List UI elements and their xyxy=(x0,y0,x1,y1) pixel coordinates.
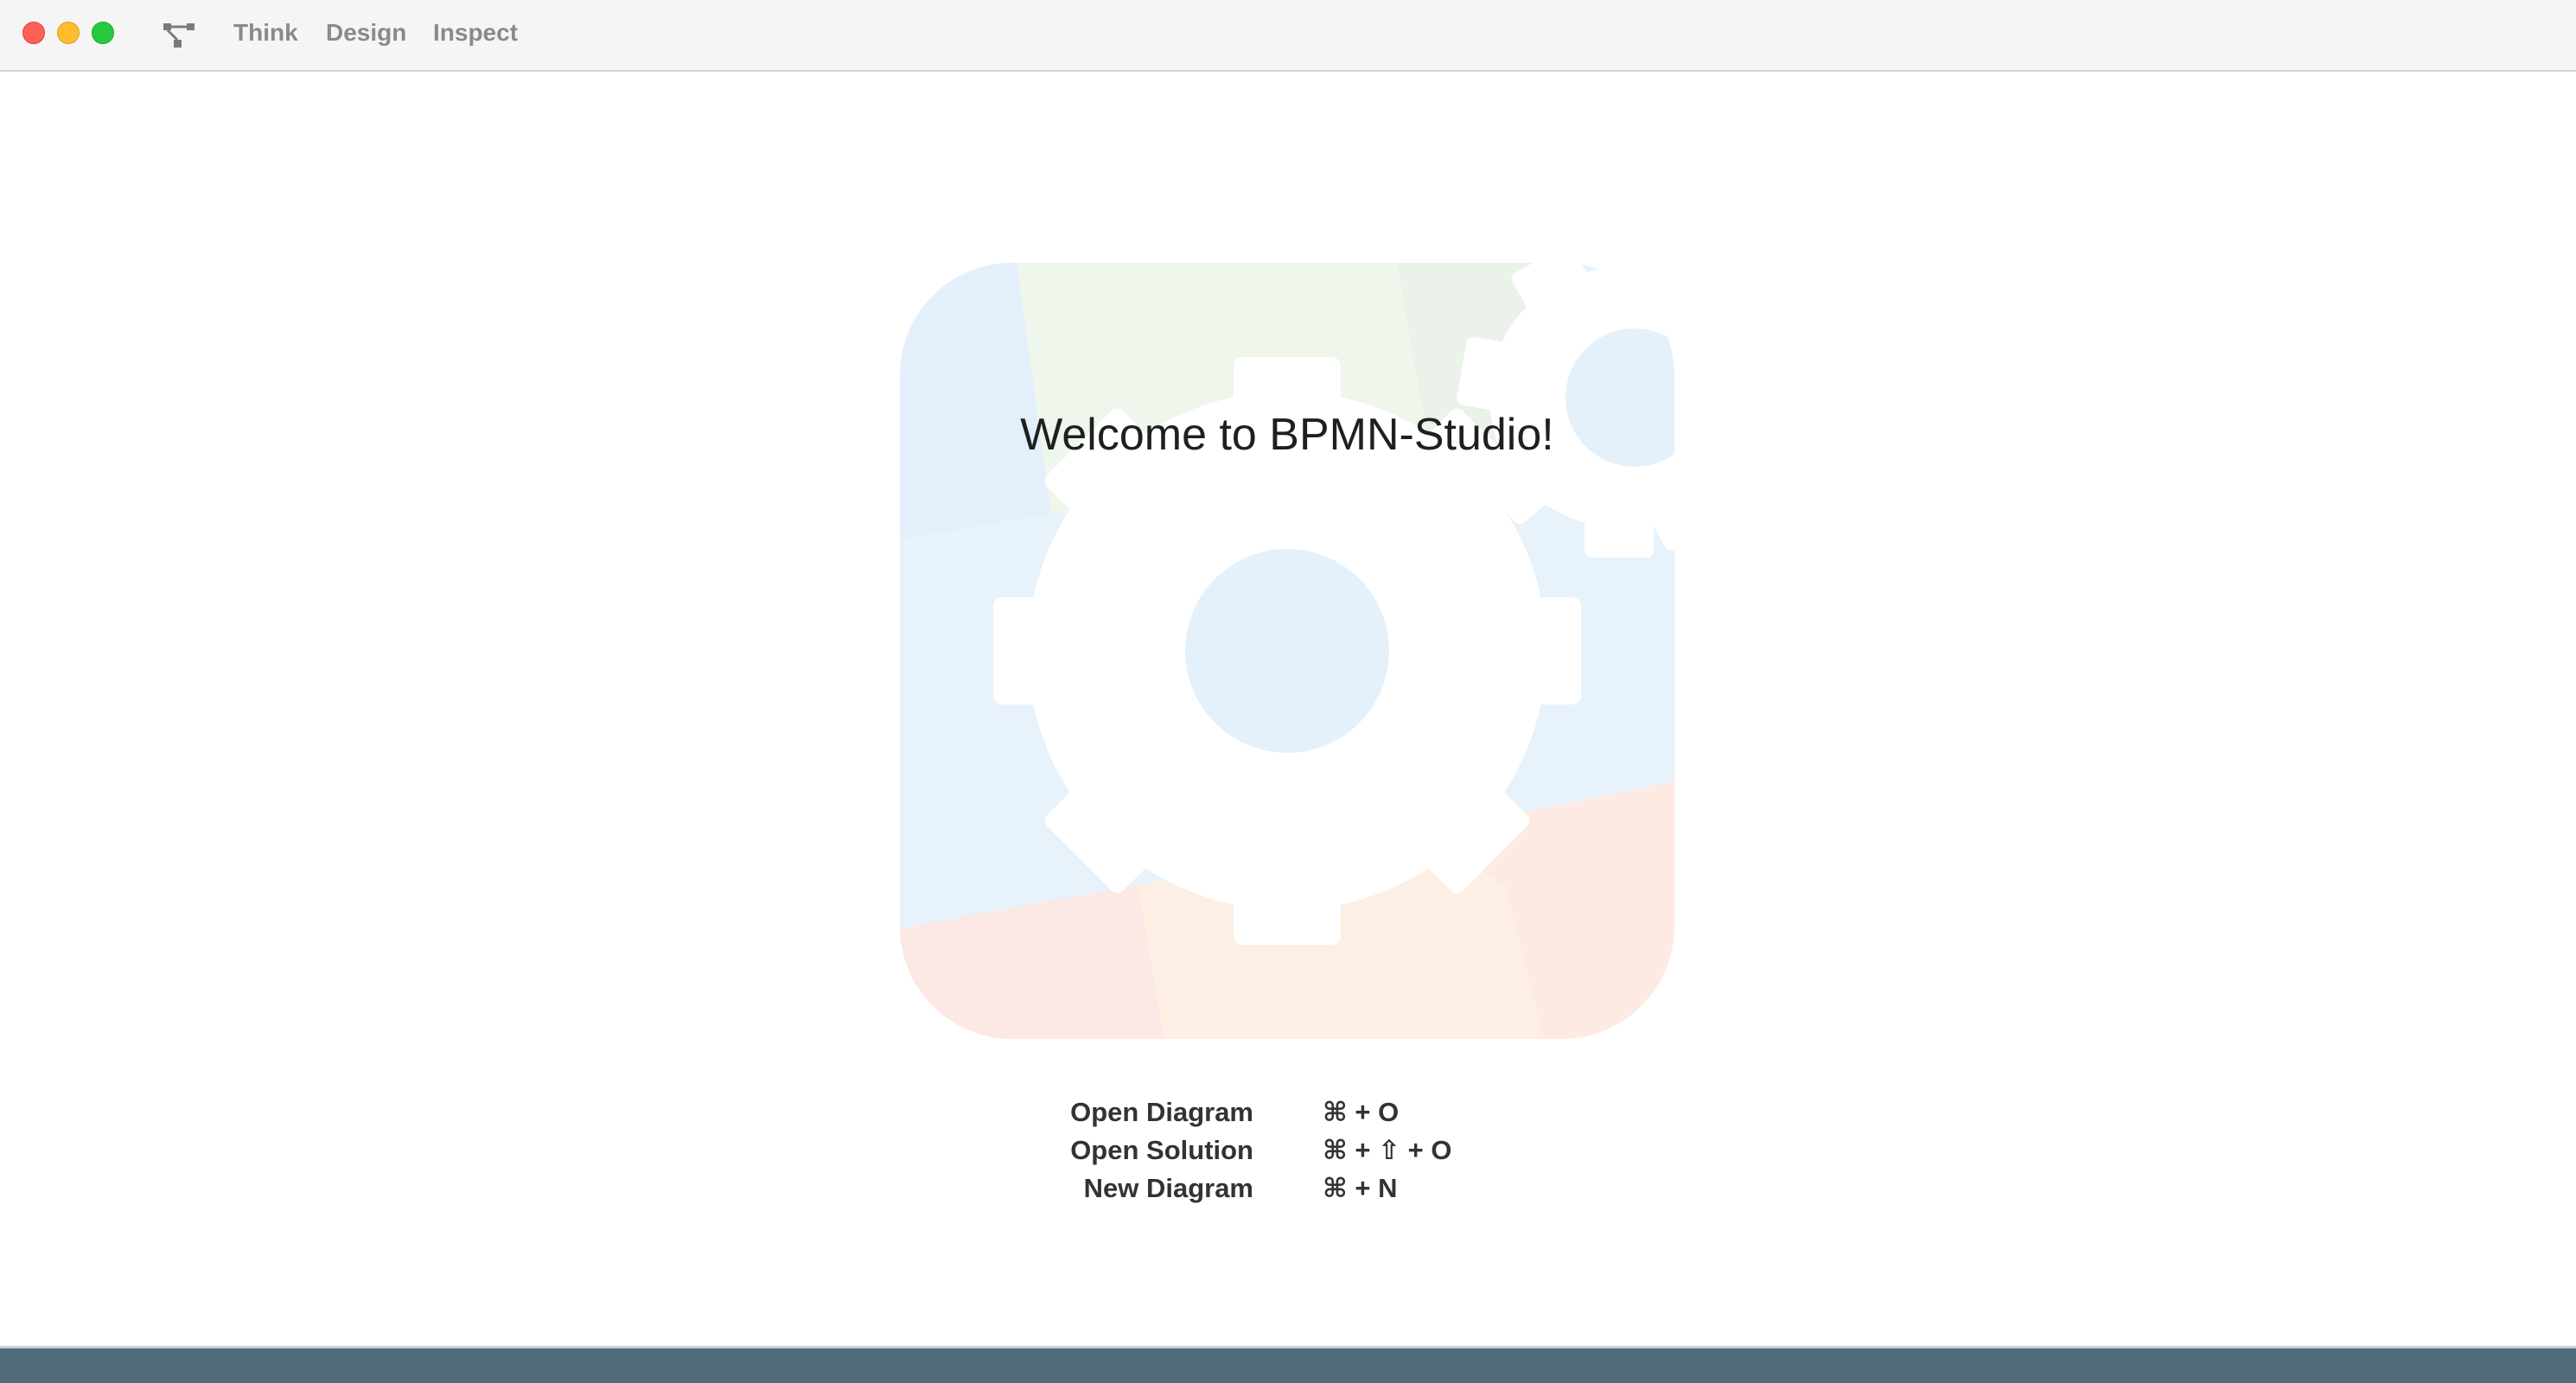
shortcut-keys: ⌘ + O xyxy=(1323,1097,1400,1127)
shortcut-label: New Diagram xyxy=(1083,1173,1253,1203)
nav-design[interactable]: Design xyxy=(326,19,406,47)
shortcut-keys: ⌘ + N xyxy=(1323,1173,1398,1203)
shortcut-keys: ⌘ + ⇧ + O xyxy=(1323,1135,1452,1165)
maximize-button[interactable] xyxy=(92,22,114,44)
shortcut-open-solution: Open Solution ⌘ + ⇧ + O xyxy=(0,1135,2576,1173)
gear-logo-icon xyxy=(900,263,1674,1039)
shortcut-open-diagram: Open Diagram ⌘ + O xyxy=(0,1097,2576,1135)
shortcut-label: Open Solution xyxy=(1070,1135,1253,1165)
welcome-title: Welcome to BPMN-Studio! xyxy=(1020,410,1554,460)
close-button[interactable] xyxy=(22,22,45,44)
status-bar xyxy=(0,1346,2576,1383)
shortcut-label: Open Diagram xyxy=(1070,1097,1253,1127)
welcome-page: Welcome to BPMN-Studio! Open Diagram ⌘ +… xyxy=(0,72,2576,1346)
nav-inspect[interactable]: Inspect xyxy=(433,19,518,47)
title-bar: Think Design Inspect xyxy=(0,0,2576,72)
app-window: Think Design Inspect Welcome to BPMN-Stu… xyxy=(0,0,2576,1383)
process-diagram-icon[interactable] xyxy=(163,21,197,50)
minimize-button[interactable] xyxy=(57,22,80,44)
shortcut-new-diagram: New Diagram ⌘ + N xyxy=(0,1173,2576,1211)
nav-think[interactable]: Think xyxy=(233,19,298,47)
